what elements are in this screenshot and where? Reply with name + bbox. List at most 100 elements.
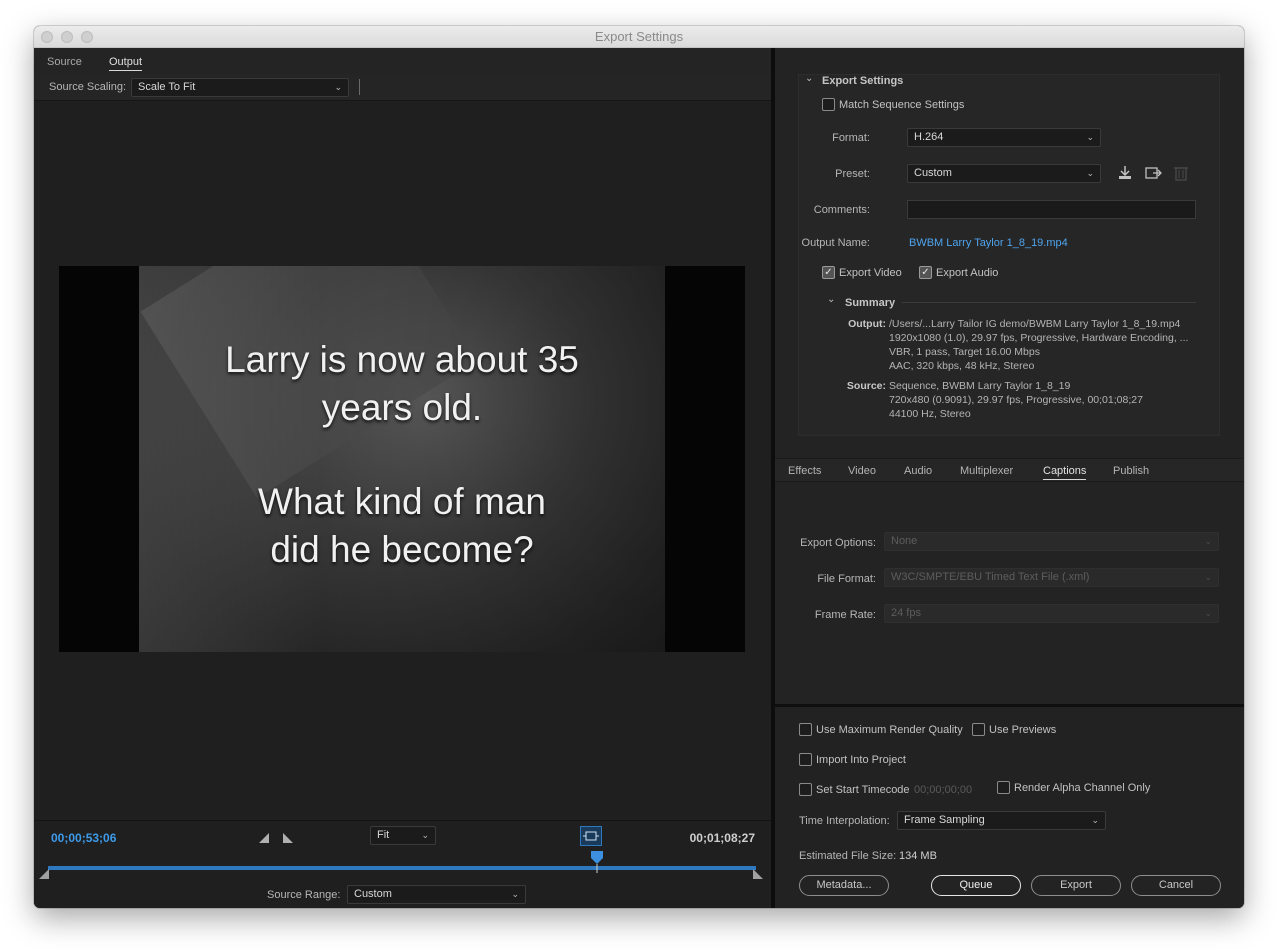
source-range-dropdown[interactable]: Custom ⌄ xyxy=(347,885,526,904)
source-scaling-label: Source Scaling: xyxy=(49,81,127,93)
minimize-window-button[interactable] xyxy=(61,31,73,43)
chevron-down-icon: ⌄ xyxy=(511,889,519,899)
time-interpolation-value: Frame Sampling xyxy=(904,814,985,826)
summary-source-line: Sequence, BWBM Larry Taylor 1_8_19 xyxy=(889,380,1071,392)
tab-audio[interactable]: Audio xyxy=(904,465,932,477)
frame-shading xyxy=(139,266,665,652)
tab-effects[interactable]: Effects xyxy=(788,465,821,477)
file-format-value: W3C/SMPTE/EBU Timed Text File (.xml) xyxy=(891,571,1090,583)
summary-output-line: VBR, 1 pass, Target 16.00 Mbps xyxy=(889,346,1040,358)
end-timecode: 00;01;08;27 xyxy=(689,831,755,845)
chevron-down-icon: ⌄ xyxy=(1091,815,1099,825)
output-name-label: Output Name: xyxy=(801,237,870,249)
summary-output-line: AAC, 320 kbps, 48 kHz, Stereo xyxy=(889,360,1035,372)
metadata-button[interactable]: Metadata... xyxy=(799,875,889,896)
export-settings-window: Export Settings Source Output Source Sca… xyxy=(34,26,1244,908)
tab-video[interactable]: Video xyxy=(848,465,876,477)
chevron-down-icon: ⌄ xyxy=(421,830,429,840)
set-out-point-icon xyxy=(283,833,293,843)
chevron-down-icon: ⌄ xyxy=(1086,168,1094,178)
time-interpolation-dropdown[interactable]: Frame Sampling ⌄ xyxy=(897,811,1106,830)
cancel-button[interactable]: Cancel xyxy=(1131,875,1221,896)
window-title: Export Settings xyxy=(594,29,684,44)
queue-button[interactable]: Queue xyxy=(931,875,1021,896)
current-timecode[interactable]: 00;00;53;06 xyxy=(51,831,116,845)
settings-tabs: Effects Video Audio Multiplexer Captions… xyxy=(775,458,1244,482)
use-previews-label: Use Previews xyxy=(989,724,1057,736)
set-in-point-icon xyxy=(259,833,269,843)
set-start-timecode-label: Set Start Timecode xyxy=(816,784,910,796)
close-window-button[interactable] xyxy=(41,31,53,43)
export-audio-checkbox[interactable]: ✓ xyxy=(919,266,932,279)
tab-source[interactable]: Source xyxy=(47,56,82,68)
frame-rate-value: 24 fps xyxy=(891,607,921,619)
preview-tabs: Source Output xyxy=(34,48,771,74)
chevron-down-icon: ⌄ xyxy=(1204,608,1212,618)
import-into-project-label: Import Into Project xyxy=(816,754,906,766)
format-value: H.264 xyxy=(914,131,944,143)
tab-captions[interactable]: Captions xyxy=(1043,465,1087,480)
summary-output-label: Output: xyxy=(848,318,886,330)
match-sequence-checkbox[interactable] xyxy=(822,98,835,111)
comments-label: Comments: xyxy=(813,204,870,216)
source-scaling-row: Source Scaling: Scale To Fit ⌄ xyxy=(34,74,771,101)
preset-dropdown[interactable]: Custom ⌄ xyxy=(907,164,1101,183)
summary-rule xyxy=(902,302,1196,303)
timeline-track[interactable] xyxy=(48,866,756,870)
summary-heading: Summary xyxy=(845,297,896,309)
export-settings-heading: Export Settings xyxy=(822,75,904,87)
caption-line-4: did he become? xyxy=(270,529,534,570)
tab-output[interactable]: Output xyxy=(109,56,143,71)
aspect-toggle-icon[interactable] xyxy=(580,826,602,846)
summary-output-line: /Users/...Larry Tailor IG demo/BWBM Larr… xyxy=(889,318,1181,330)
video-preview: Larry is now about 35 years old. What ki… xyxy=(59,266,745,652)
source-scaling-dropdown[interactable]: Scale To Fit ⌄ xyxy=(131,78,349,97)
export-options-dropdown: None ⌄ xyxy=(884,532,1219,551)
max-render-quality-label: Use Maximum Render Quality xyxy=(816,724,963,736)
export-audio-label: Export Audio xyxy=(936,267,999,279)
tab-multiplexer[interactable]: Multiplexer xyxy=(960,465,1013,477)
import-preset-icon[interactable] xyxy=(1145,165,1163,181)
timeline-bar: 00;00;53;06 Fit ⌄ 00;01;08;27 Source Ran… xyxy=(34,820,771,908)
summary-source-label: Source: xyxy=(846,380,886,392)
chevron-down-icon: ⌄ xyxy=(1204,572,1212,582)
in-out-marker-icons xyxy=(259,833,293,843)
chevron-down-icon: ⌄ xyxy=(1204,536,1212,546)
chevron-down-icon[interactable]: ⌄ xyxy=(827,294,835,305)
save-preset-icon[interactable] xyxy=(1117,165,1133,181)
playhead-icon[interactable] xyxy=(590,851,604,873)
frame-rate-dropdown: 24 fps ⌄ xyxy=(884,604,1219,623)
settings-pane: ⌄ Export Settings Match Sequence Setting… xyxy=(775,48,1244,908)
zoom-value: Fit xyxy=(377,829,390,841)
import-into-project-checkbox[interactable] xyxy=(799,753,812,766)
zoom-dropdown[interactable]: Fit ⌄ xyxy=(370,826,436,845)
chevron-down-icon[interactable]: ⌄ xyxy=(805,73,813,84)
time-interpolation-label: Time Interpolation: xyxy=(799,815,890,827)
format-label: Format: xyxy=(832,132,870,144)
export-options-label: Export Options: xyxy=(800,537,876,549)
summary-output-line: 1920x1080 (1.0), 29.97 fps, Progressive,… xyxy=(889,332,1189,344)
use-previews-checkbox[interactable] xyxy=(972,723,985,736)
format-dropdown[interactable]: H.264 ⌄ xyxy=(907,128,1101,147)
caption-line-3: What kind of man xyxy=(258,481,546,522)
zoom-window-button[interactable] xyxy=(81,31,93,43)
frame-rate-label: Frame Rate: xyxy=(814,609,876,621)
set-start-timecode-checkbox[interactable] xyxy=(799,783,812,796)
source-scaling-value: Scale To Fit xyxy=(138,81,196,93)
tab-publish[interactable]: Publish xyxy=(1113,465,1149,477)
render-alpha-checkbox[interactable] xyxy=(997,781,1010,794)
comments-input[interactable] xyxy=(907,200,1196,219)
export-video-checkbox[interactable]: ✓ xyxy=(822,266,835,279)
summary-source-line: 720x480 (0.9091), 29.97 fps, Progressive… xyxy=(889,394,1143,406)
source-range-label: Source Range: xyxy=(267,889,341,901)
render-alpha-label: Render Alpha Channel Only xyxy=(1014,782,1151,794)
out-point-handle-icon[interactable] xyxy=(753,869,765,881)
output-name-link[interactable]: BWBM Larry Taylor 1_8_19.mp4 xyxy=(909,237,1068,249)
export-button[interactable]: Export xyxy=(1031,875,1121,896)
max-render-quality-checkbox[interactable] xyxy=(799,723,812,736)
delete-preset-icon xyxy=(1174,167,1188,181)
source-range-value: Custom xyxy=(354,888,392,900)
file-format-dropdown: W3C/SMPTE/EBU Timed Text File (.xml) ⌄ xyxy=(884,568,1219,587)
in-point-handle-icon[interactable] xyxy=(39,869,51,881)
file-format-label: File Format: xyxy=(817,573,876,585)
